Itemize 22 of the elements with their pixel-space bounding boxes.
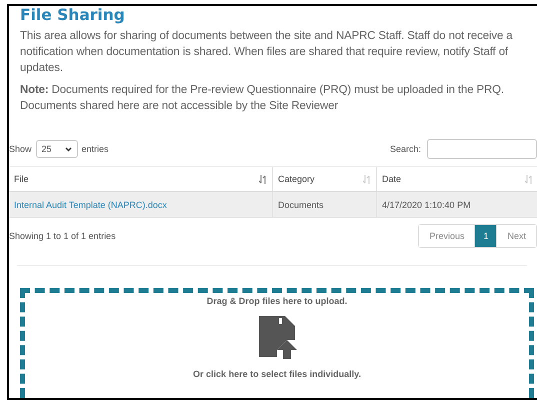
select-files-text: Or click here to select files individually. [193,369,361,379]
column-header[interactable]: File [9,167,273,191]
table-cell: 4/17/2020 1:10:40 PM [377,192,537,217]
column-header[interactable]: Date [377,167,537,191]
drop-zone[interactable]: Drag & Drop files here to upload. Or click here to select files individually. [20,288,534,398]
page-button[interactable]: Next [496,225,536,247]
column-header[interactable]: Category [273,167,377,191]
file-link[interactable]: Internal Audit Template (NAPRC).docx [14,200,167,210]
note-text: Note: Documents required for the Pre-review Questionnaire (PRQ) must be uploaded in the PRQ. Documents shared here are not accessible by the Site Reviewer [20,83,505,114]
table-cell: Documents [273,192,377,217]
search-label: Search: [390,144,421,154]
entries-select[interactable]: 25 [36,140,78,158]
chevron-icon [64,146,72,152]
page-title: File Sharing [20,6,126,24]
drop-instruction: Drag & Drop files here to upload. [206,296,348,306]
intro-text: This area allows for sharing of documents between the site and NAPRC Staff. Staff do not receive a notification when documentation is shared. When files are shared that require review, notify Staff of updates. [20,29,514,76]
entries-info: Showing 1 to 1 of 1 entries [9,231,116,241]
search-field[interactable] [427,139,537,159]
page-button[interactable]: 1 [474,225,496,247]
entries-label: entries [82,144,109,154]
file-upload-icon [257,316,297,359]
show-label: Show [9,144,32,154]
